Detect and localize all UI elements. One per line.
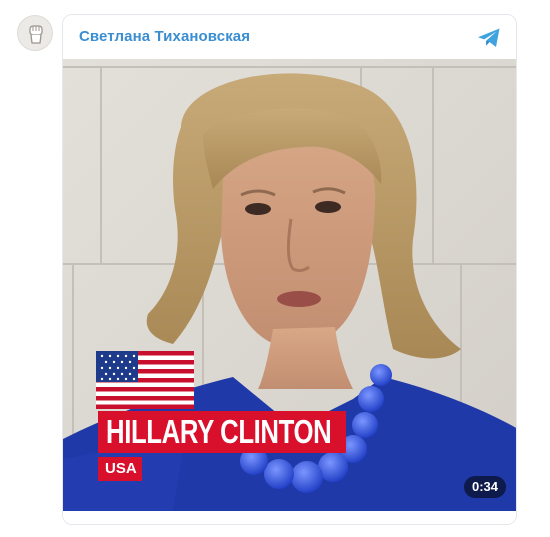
channel-avatar[interactable] — [17, 15, 53, 51]
telegram-channel-page: Светлана Тихановская HILLARY CLINTON USA… — [0, 0, 550, 537]
speaker-country: USA — [105, 460, 137, 477]
speaker-name: HILLARY CLINTON — [106, 413, 332, 450]
post-footer — [63, 511, 516, 524]
post-card: Светлана Тихановская HILLARY CLINTON USA… — [62, 14, 517, 525]
post-header: Светлана Тихановская — [63, 15, 516, 59]
lower-third-country: USA — [98, 457, 142, 481]
raised-fist-icon — [29, 25, 43, 44]
video-duration-badge: 0:34 — [463, 476, 506, 498]
telegram-icon[interactable] — [477, 27, 501, 49]
lower-third-name: HILLARY CLINTON — [98, 411, 346, 453]
video-player[interactable]: HILLARY CLINTON USA 0:34 — [63, 59, 516, 511]
us-flag-icon — [96, 351, 194, 409]
channel-name-link[interactable]: Светлана Тихановская — [79, 28, 250, 45]
